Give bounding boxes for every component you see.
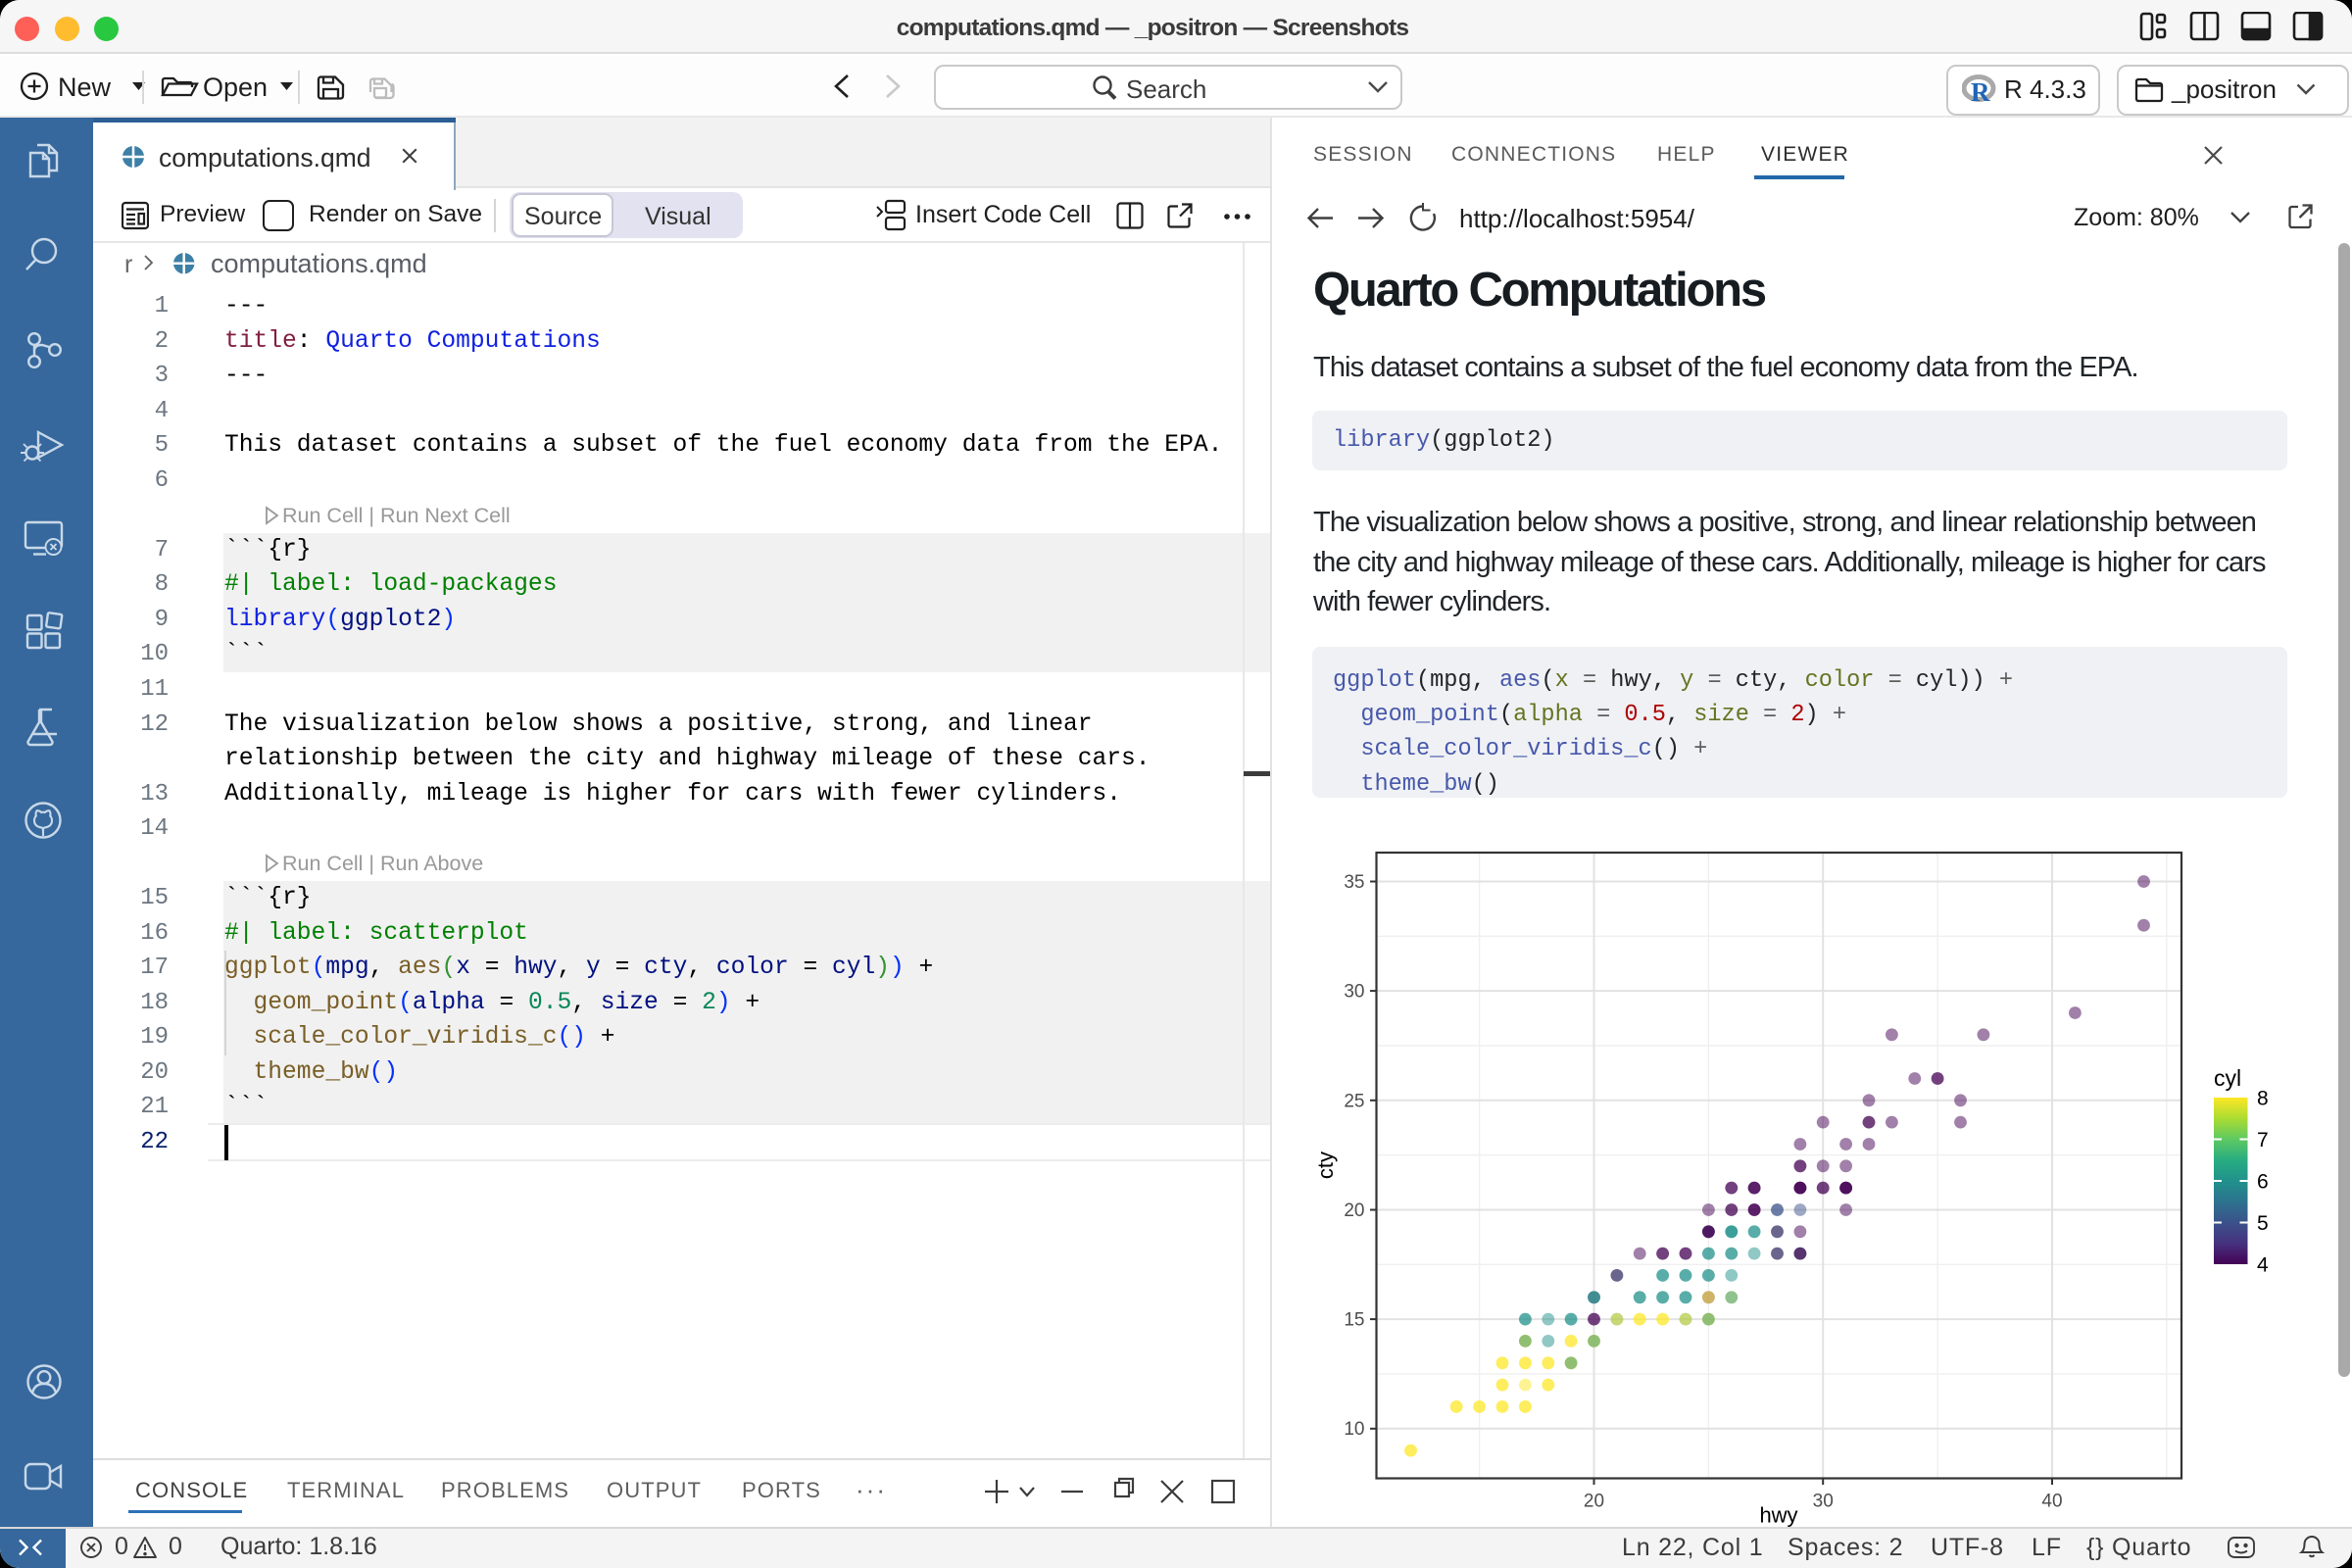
svg-text:8: 8: [2257, 1088, 2269, 1110]
svg-text:40: 40: [2041, 1492, 2062, 1512]
svg-text:20: 20: [1584, 1492, 1604, 1512]
svg-text:10: 10: [1344, 1419, 1364, 1440]
svg-text:30: 30: [1813, 1492, 1834, 1512]
svg-text:20: 20: [1344, 1200, 1364, 1221]
svg-text:cty: cty: [1313, 1152, 1338, 1179]
svg-text:7: 7: [2257, 1129, 2269, 1152]
svg-text:R: R: [1971, 77, 1990, 106]
svg-text:cyl: cyl: [2214, 1065, 2241, 1091]
svg-text:6: 6: [2257, 1171, 2269, 1194]
svg-text:4: 4: [2257, 1254, 2269, 1277]
svg-text:30: 30: [1344, 982, 1364, 1003]
svg-text:35: 35: [1344, 872, 1364, 893]
svg-text:hwy: hwy: [1759, 1503, 1797, 1528]
svg-text:5: 5: [2257, 1212, 2269, 1235]
svg-text:25: 25: [1344, 1091, 1364, 1111]
svg-text:15: 15: [1344, 1310, 1364, 1331]
